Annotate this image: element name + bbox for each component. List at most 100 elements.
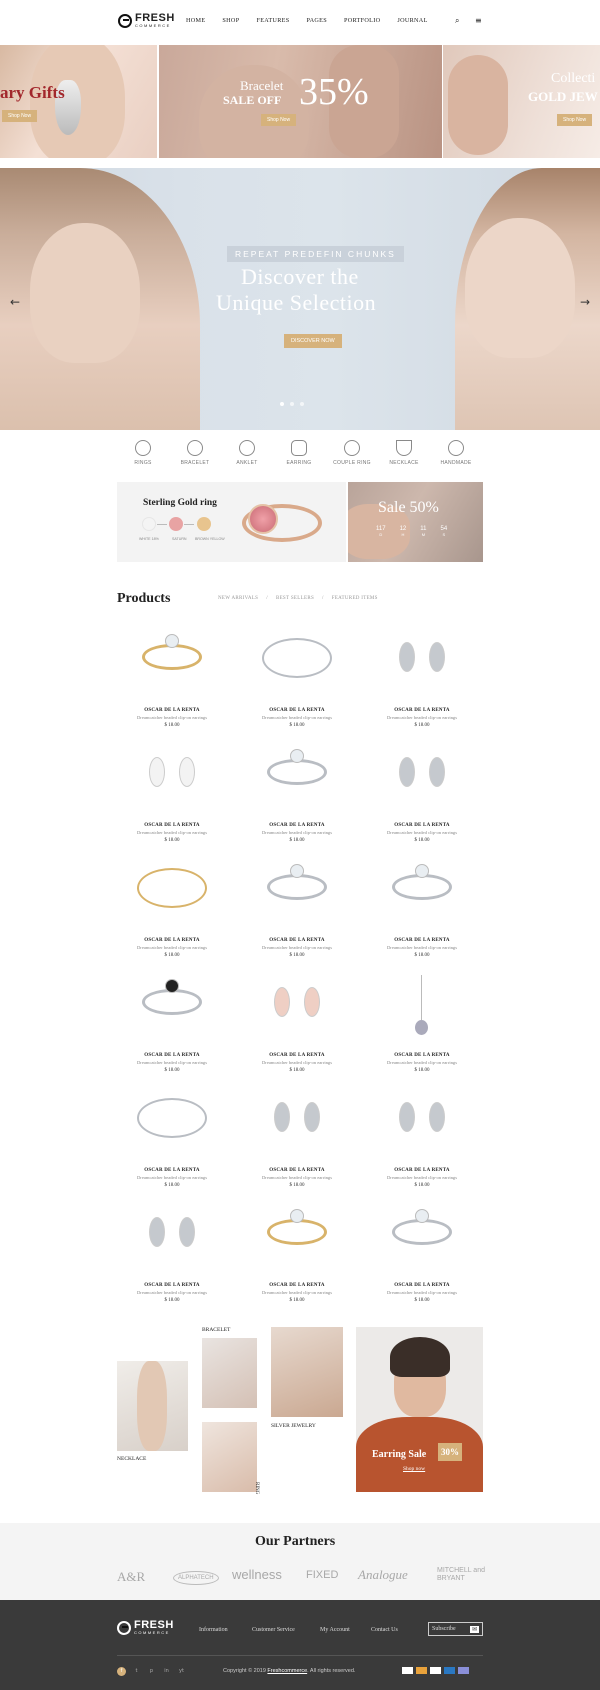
partner-logo-wellness[interactable]: wellness xyxy=(232,1567,282,1582)
filter-best-sellers[interactable]: BEST SELLERS xyxy=(276,596,314,601)
slider-dot[interactable] xyxy=(290,402,294,406)
product-name[interactable]: OSCAR DE LA RENTA xyxy=(112,1283,232,1288)
search-icon[interactable]: ⌕ xyxy=(455,16,459,26)
product-card[interactable]: OSCAR DE LA RENTA Dreamcatcher beaded cli… xyxy=(237,630,357,728)
copyright-brand-link[interactable]: Freshcommerce xyxy=(267,1668,307,1674)
slider-dot[interactable] xyxy=(280,402,284,406)
product-name[interactable]: OSCAR DE LA RENTA xyxy=(112,823,232,828)
partner-logo-analogue[interactable]: Analogue xyxy=(358,1567,408,1583)
product-image[interactable] xyxy=(127,1205,217,1275)
collage-ring-image[interactable] xyxy=(202,1422,257,1492)
product-card[interactable]: OSCAR DE LA RENTA Dreamcatcher beaded cli… xyxy=(362,1205,482,1303)
nav-portfolio[interactable]: PORTFOLIO xyxy=(344,17,380,24)
collage-necklace-label[interactable]: NECKLACE xyxy=(117,1456,146,1462)
brand-logo[interactable]: FRESH COMMERCE xyxy=(118,13,175,28)
product-image[interactable] xyxy=(377,975,467,1045)
collage-necklace-image[interactable] xyxy=(117,1361,188,1451)
feature-sale[interactable]: Sale 50% 117 D 12 H 11 M 54 S xyxy=(348,482,483,562)
filter-featured-items[interactable]: FEATURED ITEMS xyxy=(332,596,378,601)
partner-logo-fixed[interactable]: FIXED xyxy=(306,1569,338,1581)
earring-sale-banner[interactable]: Earring Sale 30% Shop now xyxy=(356,1327,483,1492)
product-image[interactable] xyxy=(127,745,217,815)
partner-logo-ar[interactable]: A&R xyxy=(117,1569,145,1585)
collage-bracelet-image[interactable] xyxy=(202,1338,257,1408)
product-card[interactable]: OSCAR DE LA RENTA Dreamcatcher beaded cli… xyxy=(112,745,232,843)
slider-next-arrow[interactable]: → xyxy=(572,294,598,310)
youtube-icon[interactable]: yt xyxy=(177,1667,186,1676)
nav-journal[interactable]: JOURNAL xyxy=(397,17,427,24)
promo-center-button[interactable]: Shop Now xyxy=(261,114,297,126)
product-image[interactable] xyxy=(377,1090,467,1160)
product-card[interactable]: OSCAR DE LA RENTA Dreamcatcher beaded cli… xyxy=(237,975,357,1073)
product-card[interactable]: OSCAR DE LA RENTA Dreamcatcher beaded cli… xyxy=(362,1090,482,1188)
product-name[interactable]: OSCAR DE LA RENTA xyxy=(362,708,482,713)
pinterest-icon[interactable]: p xyxy=(147,1667,156,1676)
swatch-saturn[interactable] xyxy=(169,517,183,531)
product-image[interactable] xyxy=(127,1090,217,1160)
product-name[interactable]: OSCAR DE LA RENTA xyxy=(112,1053,232,1058)
partner-logo-alphatech[interactable]: ALPHATECH xyxy=(173,1571,219,1585)
footer-link-customer-service[interactable]: Customer Service xyxy=(252,1627,295,1633)
product-name[interactable]: OSCAR DE LA RENTA xyxy=(237,1168,357,1173)
footer-logo[interactable]: FRESH COMMERCE xyxy=(117,1620,174,1635)
product-name[interactable]: OSCAR DE LA RENTA xyxy=(237,1283,357,1288)
product-image[interactable] xyxy=(127,975,217,1045)
product-name[interactable]: OSCAR DE LA RENTA xyxy=(362,823,482,828)
product-name[interactable]: OSCAR DE LA RENTA xyxy=(112,938,232,943)
product-name[interactable]: OSCAR DE LA RENTA xyxy=(362,1168,482,1173)
product-card[interactable]: OSCAR DE LA RENTA Dreamcatcher beaded cli… xyxy=(112,1205,232,1303)
category-anklet[interactable]: ANKLET xyxy=(222,440,272,466)
product-name[interactable]: OSCAR DE LA RENTA xyxy=(237,938,357,943)
feature-gold-ring[interactable]: Sterling Gold ring WHITE 18% SATURN BROW… xyxy=(117,482,346,562)
category-earring[interactable]: EARRING xyxy=(274,440,324,466)
category-handmade[interactable]: HANDMADE xyxy=(431,440,481,466)
product-card[interactable]: OSCAR DE LA RENTA Dreamcatcher beaded cli… xyxy=(237,1090,357,1188)
product-image[interactable] xyxy=(252,1205,342,1275)
category-bracelet[interactable]: BRACELET xyxy=(170,440,220,466)
product-card[interactable]: OSCAR DE LA RENTA Dreamcatcher beaded cli… xyxy=(112,860,232,958)
product-card[interactable]: OSCAR DE LA RENTA Dreamcatcher beaded cli… xyxy=(237,745,357,843)
hero-discover-button[interactable]: DISCOVER NOW xyxy=(284,334,342,348)
menu-icon[interactable]: ≡ xyxy=(475,16,482,25)
promo-bracelet[interactable]: Bracelet SALE OFF 35% Shop Now xyxy=(159,45,442,158)
partner-logo-mitchell[interactable]: MITCHELL and BRYANT xyxy=(437,1567,485,1584)
promo-left-button[interactable]: Shop Now xyxy=(2,110,38,122)
earring-shop-now-link[interactable]: Shop now xyxy=(403,1466,425,1472)
swatch-brown-yellow[interactable] xyxy=(197,517,211,531)
product-card[interactable]: OSCAR DE LA RENTA Dreamcatcher beaded cli… xyxy=(237,1205,357,1303)
category-necklace[interactable]: NECKLACE xyxy=(379,440,429,466)
product-card[interactable]: OSCAR DE LA RENTA Dreamcatcher beaded cli… xyxy=(112,975,232,1073)
promo-gifts[interactable]: ary Gifts Shop Now xyxy=(0,45,157,158)
product-name[interactable]: OSCAR DE LA RENTA xyxy=(362,1053,482,1058)
product-card[interactable]: OSCAR DE LA RENTA Dreamcatcher beaded cli… xyxy=(112,630,232,728)
nav-pages[interactable]: PAGES xyxy=(306,17,327,24)
twitter-icon[interactable]: t xyxy=(132,1667,141,1676)
nav-shop[interactable]: SHOP xyxy=(222,17,239,24)
promo-collection[interactable]: Collecti GOLD JEW Shop Now xyxy=(443,45,600,158)
product-card[interactable]: OSCAR DE LA RENTA Dreamcatcher beaded cli… xyxy=(237,860,357,958)
swatch-white[interactable] xyxy=(142,517,156,531)
footer-link-my-account[interactable]: My Account xyxy=(320,1627,350,1633)
product-card[interactable]: OSCAR DE LA RENTA Dreamcatcher beaded cli… xyxy=(112,1090,232,1188)
product-image[interactable] xyxy=(252,975,342,1045)
product-card[interactable]: OSCAR DE LA RENTA Dreamcatcher beaded cli… xyxy=(362,860,482,958)
footer-link-contact-us[interactable]: Contact Us xyxy=(371,1627,398,1633)
product-image[interactable] xyxy=(377,630,467,700)
promo-right-button[interactable]: Shop Now xyxy=(557,114,593,126)
facebook-icon[interactable]: f xyxy=(117,1667,126,1676)
nav-home[interactable]: HOME xyxy=(186,17,205,24)
product-image[interactable] xyxy=(252,630,342,700)
product-name[interactable]: OSCAR DE LA RENTA xyxy=(362,938,482,943)
product-image[interactable] xyxy=(252,1090,342,1160)
product-image[interactable] xyxy=(377,745,467,815)
product-name[interactable]: OSCAR DE LA RENTA xyxy=(362,1283,482,1288)
filter-new-arrivals[interactable]: NEW ARRIVALS xyxy=(218,596,258,601)
collage-silver-image[interactable] xyxy=(271,1327,343,1417)
product-image[interactable] xyxy=(377,1205,467,1275)
product-image[interactable] xyxy=(252,745,342,815)
product-card[interactable]: OSCAR DE LA RENTA Dreamcatcher beaded cli… xyxy=(362,745,482,843)
product-name[interactable]: OSCAR DE LA RENTA xyxy=(237,708,357,713)
product-card[interactable]: OSCAR DE LA RENTA Dreamcatcher beaded cli… xyxy=(362,975,482,1073)
product-card[interactable]: OSCAR DE LA RENTA Dreamcatcher beaded cli… xyxy=(362,630,482,728)
collage-ring-label[interactable]: RING xyxy=(254,1482,259,1494)
